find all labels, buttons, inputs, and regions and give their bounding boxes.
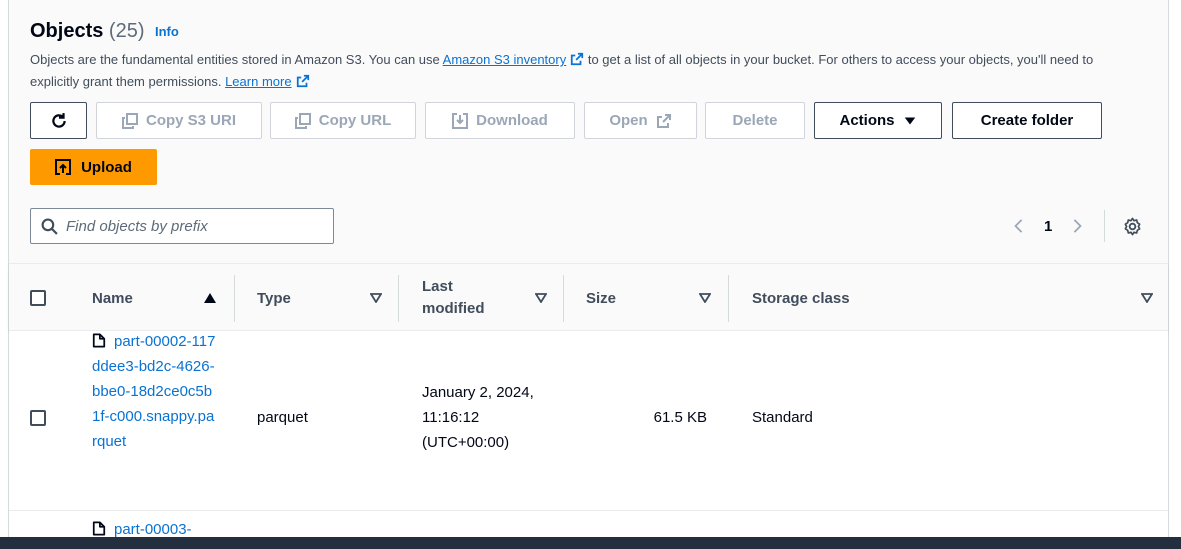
object-count: (25) (108, 20, 145, 42)
upload-label: Upload (81, 158, 132, 176)
file-icon (92, 333, 106, 348)
row-checkbox[interactable] (30, 410, 46, 426)
bottom-bar (0, 537, 1181, 549)
sort-descending-icon[interactable] (535, 293, 547, 303)
chevron-right-icon[interactable] (1070, 216, 1084, 236)
objects-description: Objects are the fundamental entities sto… (30, 49, 1140, 93)
external-link-icon (296, 74, 309, 88)
info-link[interactable]: Info (155, 24, 179, 39)
column-header-last-modified[interactable]: Last modified (422, 264, 512, 332)
search-field[interactable] (30, 208, 334, 244)
column-divider[interactable] (728, 275, 729, 322)
object-name-link[interactable]: part-00003- (114, 521, 192, 538)
column-divider[interactable] (234, 275, 235, 322)
sort-descending-icon[interactable] (370, 293, 382, 303)
copy-icon (294, 112, 311, 129)
download-label: Download (476, 112, 548, 129)
external-link-icon (656, 113, 671, 128)
select-all-checkbox[interactable] (30, 290, 46, 306)
column-divider[interactable] (398, 275, 399, 322)
copy-url-button[interactable]: Copy URL (270, 102, 416, 139)
copy-s3-uri-label: Copy S3 URI (145, 112, 236, 129)
desc-text-1: Objects are the fundamental entities sto… (30, 52, 443, 67)
actions-dropdown[interactable]: Actions (814, 102, 942, 139)
page-title: Objects (25) (30, 20, 145, 43)
download-icon (452, 112, 469, 129)
copy-url-label: Copy URL (318, 112, 392, 129)
caret-down-icon (904, 117, 915, 124)
copy-icon (121, 112, 138, 129)
create-folder-label: Create folder (980, 112, 1074, 129)
download-button[interactable]: Download (425, 102, 575, 139)
settings-gear-icon[interactable] (1123, 217, 1142, 236)
object-name-cell: part-00002-117ddee3-bd2c-4626-bbe0-18d2c… (92, 329, 217, 454)
refresh-icon (51, 112, 66, 128)
open-button[interactable]: Open (584, 102, 697, 139)
pagination: 1 (1012, 210, 1142, 242)
current-page[interactable]: 1 (1044, 218, 1052, 235)
column-header-name[interactable]: Name (92, 264, 133, 332)
external-link-icon (571, 52, 584, 66)
upload-button[interactable]: Upload (30, 149, 157, 185)
table-header: Name Type Last modified Size Storage cla… (9, 263, 1168, 331)
actions-label: Actions (839, 112, 895, 129)
create-folder-button[interactable]: Create folder (952, 102, 1102, 139)
file-icon (92, 521, 106, 536)
search-input[interactable] (66, 217, 316, 235)
storage-class-cell: Standard (752, 409, 813, 426)
search-icon (41, 218, 58, 235)
column-header-storage-class[interactable]: Storage class (752, 264, 850, 332)
sort-ascending-icon[interactable] (204, 293, 216, 303)
pager-divider (1104, 210, 1106, 242)
size-cell: 61.5 KB (653, 409, 707, 426)
table-row: part-00002-117ddee3-bd2c-4626-bbe0-18d2c… (9, 331, 1168, 511)
last-modified-cell: January 2, 2024, 11:16:12 (UTC+00:00) (422, 384, 534, 451)
delete-label: Delete (732, 112, 778, 129)
delete-button[interactable]: Delete (705, 102, 805, 139)
table-row: part-00003- (9, 511, 1168, 538)
sort-descending-icon[interactable] (699, 293, 711, 303)
open-label: Open (609, 112, 648, 129)
column-divider[interactable] (563, 275, 564, 322)
object-type-cell: parquet (257, 409, 308, 426)
refresh-button[interactable] (30, 102, 87, 139)
copy-s3-uri-button[interactable]: Copy S3 URI (96, 102, 262, 139)
sort-descending-icon[interactable] (1141, 293, 1153, 303)
learn-more-link[interactable]: Learn more (225, 74, 291, 89)
object-name-link[interactable]: part-00002-117ddee3-bd2c-4626-bbe0-18d2c… (92, 333, 215, 450)
upload-icon (55, 159, 72, 175)
column-header-type[interactable]: Type (257, 264, 291, 332)
chevron-left-icon[interactable] (1012, 216, 1026, 236)
title-text: Objects (30, 20, 104, 42)
s3-inventory-link[interactable]: Amazon S3 inventory (443, 52, 567, 67)
column-header-size[interactable]: Size (586, 264, 616, 332)
